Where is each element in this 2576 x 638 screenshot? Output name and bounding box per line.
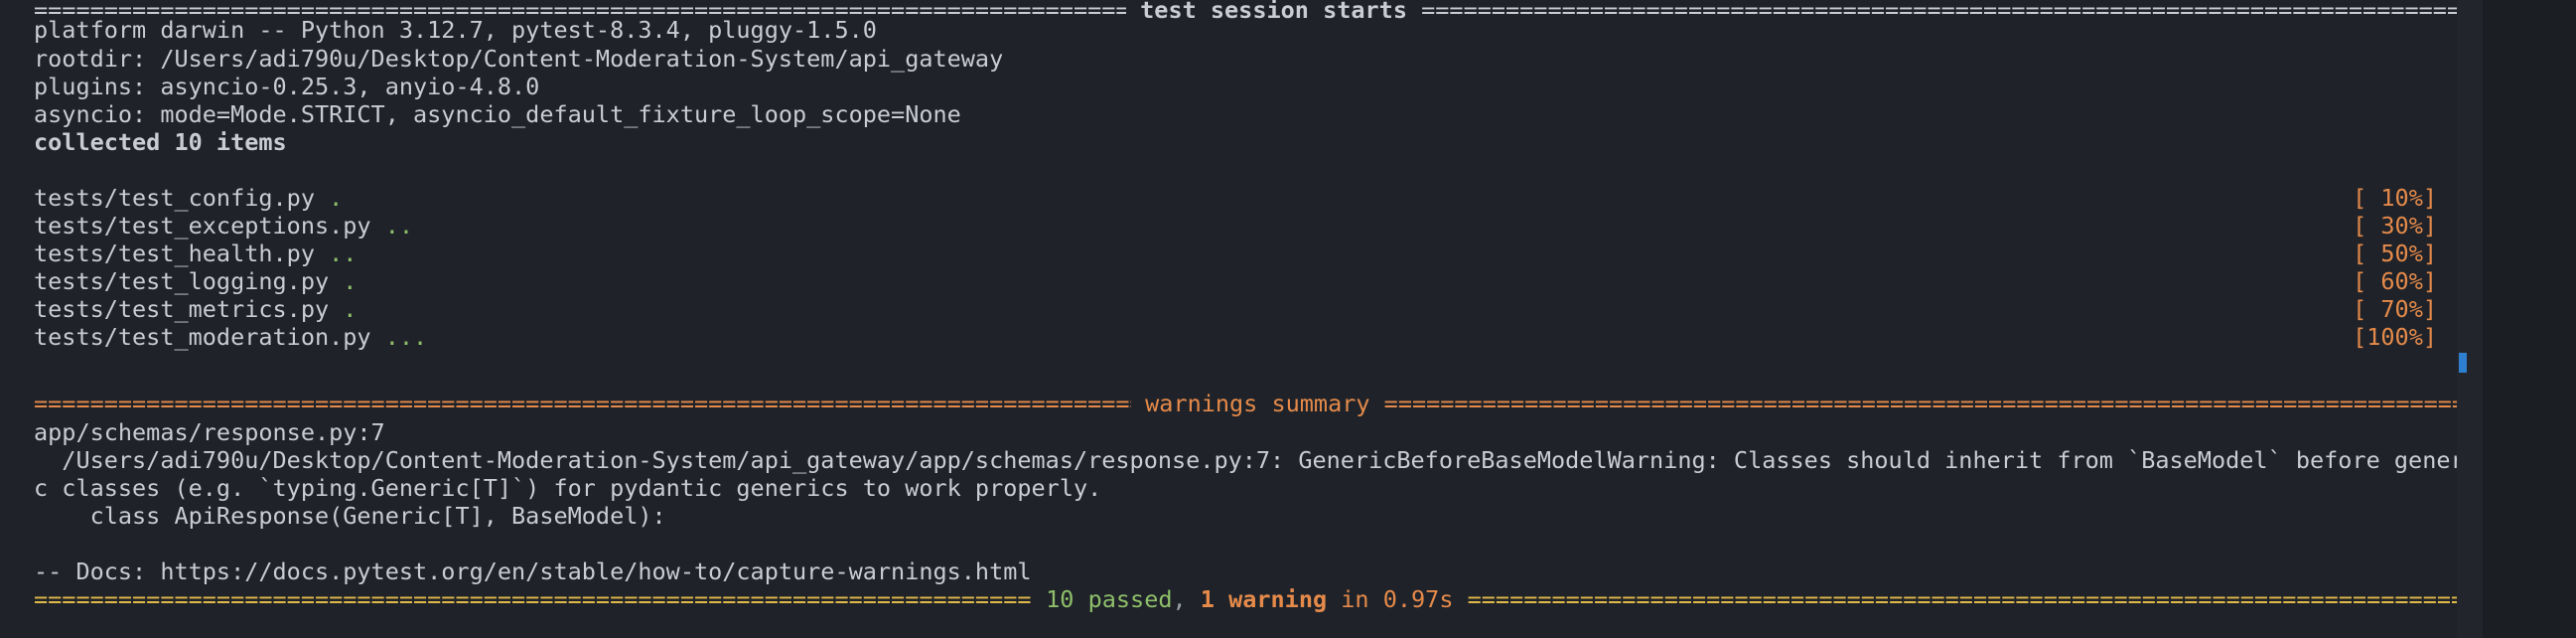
test-file: tests/test_exceptions.py [34, 212, 371, 239]
test-progress: [ 10%] [2353, 184, 2437, 212]
warning-code: class ApiResponse(Generic[T], BaseModel)… [34, 502, 666, 530]
platform-line: platform darwin -- Python 3.12.7, pytest… [34, 16, 877, 44]
test-row: tests/test_metrics.py . [34, 295, 357, 323]
test-dots: .. [329, 239, 358, 267]
warning-location: app/schemas/response.py:7 [34, 418, 385, 446]
test-dots: ... [384, 323, 428, 351]
test-file: tests/test_logging.py [34, 267, 330, 295]
test-dots: . [343, 267, 358, 295]
test-progress: [ 70%] [2353, 295, 2437, 323]
elapsed-time: in 0.97s [1327, 585, 1468, 613]
test-file: tests/test_metrics.py [34, 295, 330, 323]
test-file: tests/test_moderation.py [34, 323, 371, 351]
test-dots: .. [384, 212, 414, 239]
rootdir-line: rootdir: /Users/adi790u/Desktop/Content-… [34, 45, 1004, 73]
docs-link[interactable]: -- Docs: https://docs.pytest.org/en/stab… [34, 558, 1032, 585]
test-row: tests/test_config.py . [34, 184, 343, 212]
test-progress: [ 60%] [2353, 267, 2437, 295]
asyncio-line: asyncio: mode=Mode.STRICT, asyncio_defau… [34, 100, 961, 128]
scrollbar-thumb[interactable] [2459, 353, 2467, 373]
plugins-line: plugins: asyncio-0.25.3, anyio-4.8.0 [34, 73, 540, 100]
window-edge [2483, 0, 2576, 638]
test-progress: [100%] [2353, 323, 2437, 351]
warnings-summary-title: warnings summary [1131, 390, 1384, 417]
terminal-output: ========================================… [0, 0, 2457, 638]
warning-message-continued: c classes (e.g. `typing.Generic[T]`) for… [34, 474, 1102, 502]
final-summary-rule: ========================================… [34, 585, 2457, 613]
warning-count: 1 warning [1200, 585, 1328, 613]
test-progress: [ 30%] [2353, 212, 2437, 239]
test-dots: . [329, 184, 344, 212]
test-file: tests/test_config.py [34, 184, 315, 212]
scrollbar-track[interactable] [2457, 0, 2484, 638]
test-row: tests/test_moderation.py ... [34, 323, 427, 351]
test-progress: [ 50%] [2353, 239, 2437, 267]
test-file: tests/test_health.py [34, 239, 315, 267]
test-dots: . [343, 295, 358, 323]
summary-separator: , [1172, 585, 1201, 613]
warnings-summary-rule: ========================================… [34, 390, 2457, 417]
session-start-title: test session starts [1126, 0, 1422, 24]
test-row: tests/test_logging.py . [34, 267, 357, 295]
passed-count: 10 passed [1046, 585, 1173, 613]
test-row: tests/test_exceptions.py .. [34, 212, 413, 239]
test-row: tests/test_health.py .. [34, 239, 357, 267]
warning-message: /Users/adi790u/Desktop/Content-Moderatio… [34, 446, 2457, 474]
collected-line: collected 10 items [34, 128, 287, 156]
